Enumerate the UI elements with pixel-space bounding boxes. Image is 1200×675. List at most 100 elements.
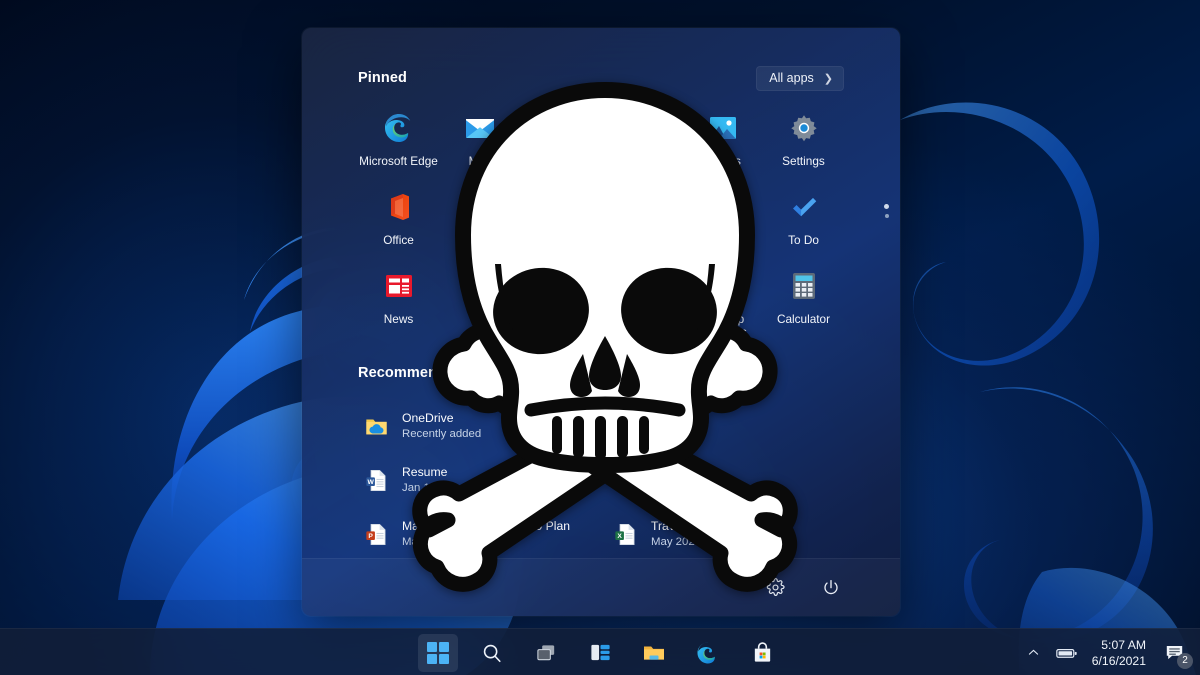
edge-icon bbox=[696, 641, 720, 665]
file-explorer-button[interactable] bbox=[634, 634, 674, 672]
todo-check-icon bbox=[788, 191, 820, 223]
clock-button[interactable]: 5:07 AM 6/16/2021 bbox=[1086, 637, 1156, 669]
hidden-app-icon bbox=[626, 270, 658, 302]
microsoft-store-button[interactable] bbox=[742, 634, 782, 672]
task-view-button[interactable] bbox=[526, 634, 566, 672]
pinned-app-label: Microsoft Edge bbox=[359, 155, 438, 168]
show-hidden-icons-button[interactable] bbox=[1019, 634, 1048, 672]
office-icon bbox=[383, 191, 415, 223]
hidden-app-icon bbox=[626, 112, 658, 144]
word-doc-icon: W bbox=[364, 468, 389, 493]
pinned-app-calculator[interactable]: Calculator bbox=[763, 266, 844, 345]
store-bag-icon bbox=[751, 641, 774, 664]
recommended-item-onedrive[interactable]: OneDrive Recently added bbox=[358, 405, 595, 447]
widgets-button[interactable] bbox=[580, 634, 620, 672]
recommended-item-resume[interactable]: W Resume Jan 14 bbox=[358, 459, 595, 501]
recommended-item-name: OneDrive bbox=[402, 411, 481, 426]
chevron-up-icon bbox=[1027, 646, 1040, 659]
edge-icon bbox=[383, 112, 415, 144]
pinned-app-hidden-8[interactable] bbox=[439, 187, 520, 266]
battery-status-button[interactable] bbox=[1048, 634, 1086, 672]
clock-time: 5:07 AM bbox=[1101, 637, 1146, 653]
folder-icon bbox=[642, 641, 666, 665]
document-icon bbox=[613, 414, 638, 439]
pinned-app-label: Office bbox=[383, 234, 414, 247]
pinned-app-hidden-11[interactable] bbox=[682, 187, 763, 266]
recommended-item-marketing-strategy[interactable]: P Marketing Strategy - 2020 Plan May 202… bbox=[358, 513, 595, 555]
recommended-item-welcome[interactable]: Welcome bbox=[607, 405, 844, 447]
svg-text:P: P bbox=[368, 532, 373, 539]
mail-icon bbox=[464, 112, 496, 144]
recommended-item-sub: Recently added bbox=[402, 427, 481, 442]
pinned-app-hidden-10[interactable] bbox=[601, 187, 682, 266]
pinned-app-hidden-16[interactable] bbox=[601, 266, 682, 345]
pinned-app-hidden-3[interactable] bbox=[520, 108, 601, 187]
windows-logo-icon bbox=[427, 642, 449, 664]
page-dot-inactive[interactable] bbox=[885, 214, 889, 218]
recommended-item-name: Resume bbox=[402, 465, 447, 480]
document-icon bbox=[613, 468, 638, 493]
hidden-app-icon bbox=[707, 191, 739, 223]
pinned-app-mail[interactable]: Mail bbox=[439, 108, 520, 187]
clock-date: 6/16/2021 bbox=[1092, 653, 1146, 669]
recommended-item-name: Travel Expenses bbox=[651, 519, 741, 534]
recommended-item-name: Welcome bbox=[651, 418, 702, 433]
hidden-app-icon bbox=[545, 112, 577, 144]
pinned-section-title: Pinned bbox=[358, 70, 407, 86]
recommended-item-travel-expenses[interactable]: X Travel Expenses May 2020 bbox=[607, 513, 844, 555]
hidden-app-icon bbox=[464, 191, 496, 223]
pinned-app-hidden-9[interactable] bbox=[520, 187, 601, 266]
pinned-app-label: News bbox=[384, 313, 414, 326]
pinned-app-to-do[interactable]: To Do bbox=[763, 187, 844, 266]
pinned-app-label: Mail bbox=[469, 155, 491, 168]
pinned-app-hidden-14[interactable] bbox=[439, 266, 520, 345]
pinned-app-office[interactable]: Office bbox=[358, 187, 439, 266]
power-icon bbox=[821, 578, 841, 598]
start-menu-footer bbox=[302, 558, 900, 616]
start-button[interactable] bbox=[418, 634, 458, 672]
pinned-app-desktop-accounts[interactable]: Desktop Accounts bbox=[682, 266, 763, 345]
pinned-app-microsoft-edge[interactable]: Microsoft Edge bbox=[358, 108, 439, 187]
pinned-app-label: Photos bbox=[704, 155, 741, 168]
recommended-item-hidden[interactable] bbox=[607, 459, 844, 501]
pinned-app-photos[interactable]: Photos bbox=[682, 108, 763, 187]
recommended-item-sub: Jan 14 bbox=[402, 481, 447, 496]
hidden-app-icon bbox=[707, 270, 739, 302]
gear-icon bbox=[766, 578, 785, 597]
settings-gear-icon bbox=[788, 112, 820, 144]
page-dot-active[interactable] bbox=[884, 204, 889, 209]
start-menu-panel[interactable]: Pinned All apps ❯ bbox=[302, 28, 900, 616]
pinned-app-news[interactable]: News bbox=[358, 266, 439, 345]
settings-shortcut-button[interactable] bbox=[758, 571, 792, 605]
hidden-app-icon bbox=[626, 191, 658, 223]
edge-button[interactable] bbox=[688, 634, 728, 672]
pinned-app-hidden-15[interactable] bbox=[520, 266, 601, 345]
system-tray[interactable]: 5:07 AM 6/16/2021 2 bbox=[1019, 629, 1200, 675]
notification-count-badge: 2 bbox=[1177, 653, 1193, 669]
svg-text:X: X bbox=[617, 532, 622, 539]
recommended-item-sub: May 2020 bbox=[402, 535, 570, 550]
pinned-app-settings[interactable]: Settings bbox=[763, 108, 844, 187]
recommended-list[interactable]: OneDrive Recently added Welcome bbox=[358, 405, 844, 555]
notification-center-button[interactable]: 2 bbox=[1156, 634, 1192, 672]
onedrive-folder-icon bbox=[364, 414, 389, 439]
power-button[interactable] bbox=[814, 571, 848, 605]
battery-icon bbox=[1056, 646, 1078, 660]
pinned-app-hidden-4[interactable] bbox=[601, 108, 682, 187]
chevron-right-icon: ❯ bbox=[824, 72, 833, 85]
pinned-app-label: To Do bbox=[788, 234, 819, 247]
hidden-app-icon bbox=[545, 270, 577, 302]
pinned-apps-grid[interactable]: Microsoft Edge Mail bbox=[358, 108, 844, 345]
all-apps-button[interactable]: All apps ❯ bbox=[756, 66, 844, 91]
powerpoint-doc-icon: P bbox=[364, 522, 389, 547]
taskbar[interactable]: 5:07 AM 6/16/2021 2 bbox=[0, 628, 1200, 675]
pinned-header-row: Pinned All apps ❯ bbox=[358, 64, 844, 92]
pinned-page-indicator[interactable] bbox=[884, 204, 889, 218]
widgets-icon bbox=[589, 641, 612, 664]
recommended-section-title: Recommended bbox=[358, 365, 463, 381]
calculator-icon bbox=[788, 270, 820, 302]
search-button[interactable] bbox=[472, 634, 512, 672]
all-apps-label: All apps bbox=[769, 71, 813, 85]
pinned-app-label: Settings bbox=[782, 155, 825, 168]
hidden-app-icon bbox=[545, 191, 577, 223]
